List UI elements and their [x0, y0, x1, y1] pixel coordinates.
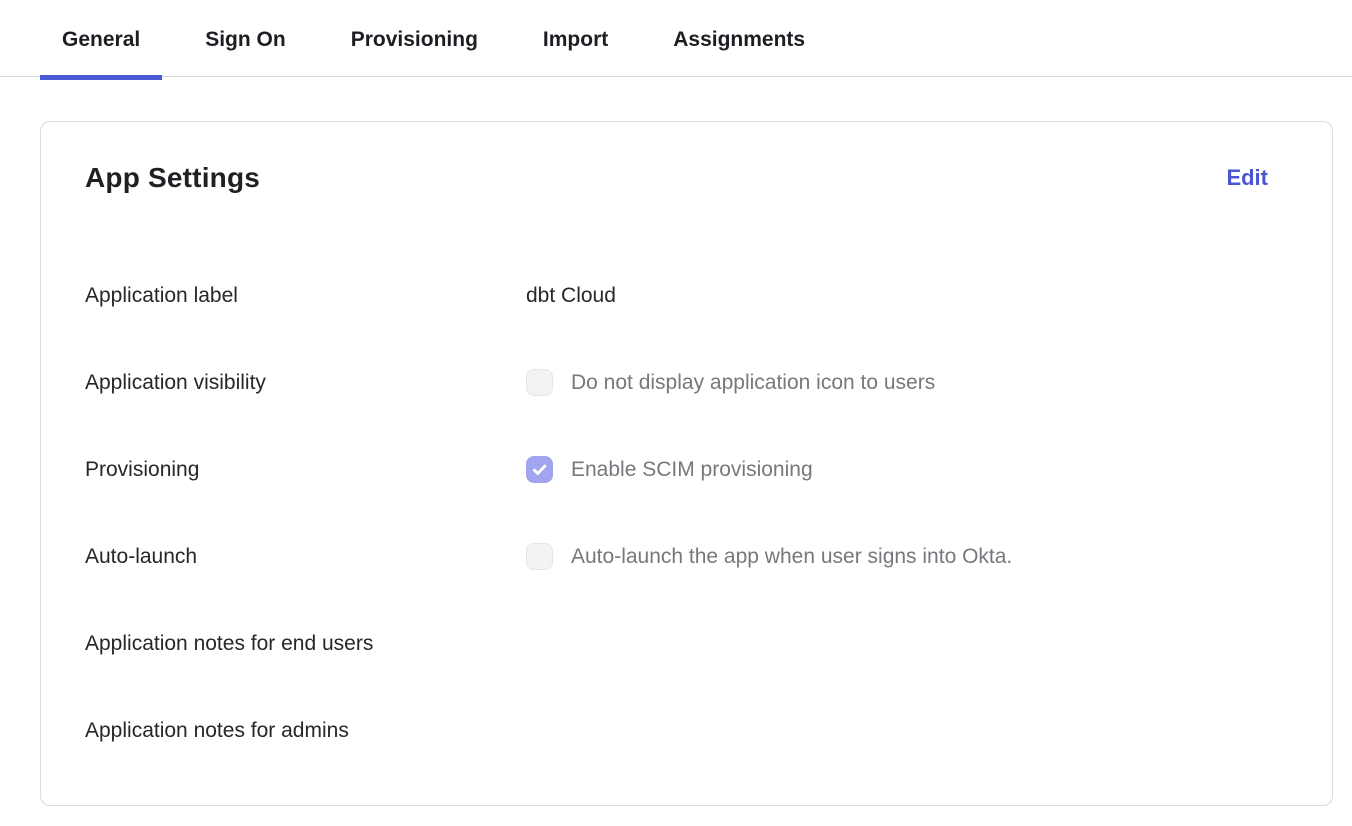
checkbox-label: Do not display application icon to users [571, 371, 935, 395]
row-label: Application notes for admins [85, 719, 526, 743]
row-label: Application label [85, 284, 526, 308]
tab-import[interactable]: Import [521, 28, 630, 76]
settings-row: Application notes for admins [85, 687, 1268, 774]
settings-row: Application notes for end users [85, 600, 1268, 687]
edit-link[interactable]: Edit [1226, 165, 1268, 191]
row-label: Application notes for end users [85, 632, 526, 656]
settings-row: Application visibility Do not display app… [85, 339, 1268, 426]
row-value: Do not display application icon to users [526, 369, 935, 396]
checkbox-checked[interactable] [526, 456, 553, 483]
settings-row: Provisioning Enable SCIM provisioning [85, 426, 1268, 513]
card-header: App Settings Edit [85, 162, 1268, 194]
row-value: dbt Cloud [526, 284, 616, 308]
row-label: Application visibility [85, 371, 526, 395]
checkbox-unchecked[interactable] [526, 369, 553, 396]
value-text: dbt Cloud [526, 284, 616, 308]
tab-assignments[interactable]: Assignments [651, 28, 827, 76]
tab-general[interactable]: General [40, 28, 162, 76]
row-label: Auto-launch [85, 545, 526, 569]
tab-provisioning[interactable]: Provisioning [329, 28, 500, 76]
check-icon [530, 460, 549, 479]
card-title: App Settings [85, 162, 260, 194]
app-settings-card: App Settings Edit Application labeldbt C… [40, 121, 1333, 806]
tab-sign-on[interactable]: Sign On [183, 28, 308, 76]
row-label: Provisioning [85, 458, 526, 482]
checkbox-label: Enable SCIM provisioning [571, 458, 813, 482]
settings-row: Application labeldbt Cloud [85, 252, 1268, 339]
checkbox-unchecked[interactable] [526, 543, 553, 570]
settings-row: Auto-launch Auto-launch the app when user… [85, 513, 1268, 600]
tab-bar: General Sign On Provisioning Import Assignme… [0, 0, 1352, 77]
row-value: Auto-launch the app when user signs into… [526, 543, 1012, 570]
checkbox-label: Auto-launch the app when user signs into… [571, 545, 1012, 569]
settings-rows: Application labeldbt CloudApplication vi… [85, 252, 1268, 774]
row-value: Enable SCIM provisioning [526, 456, 813, 483]
